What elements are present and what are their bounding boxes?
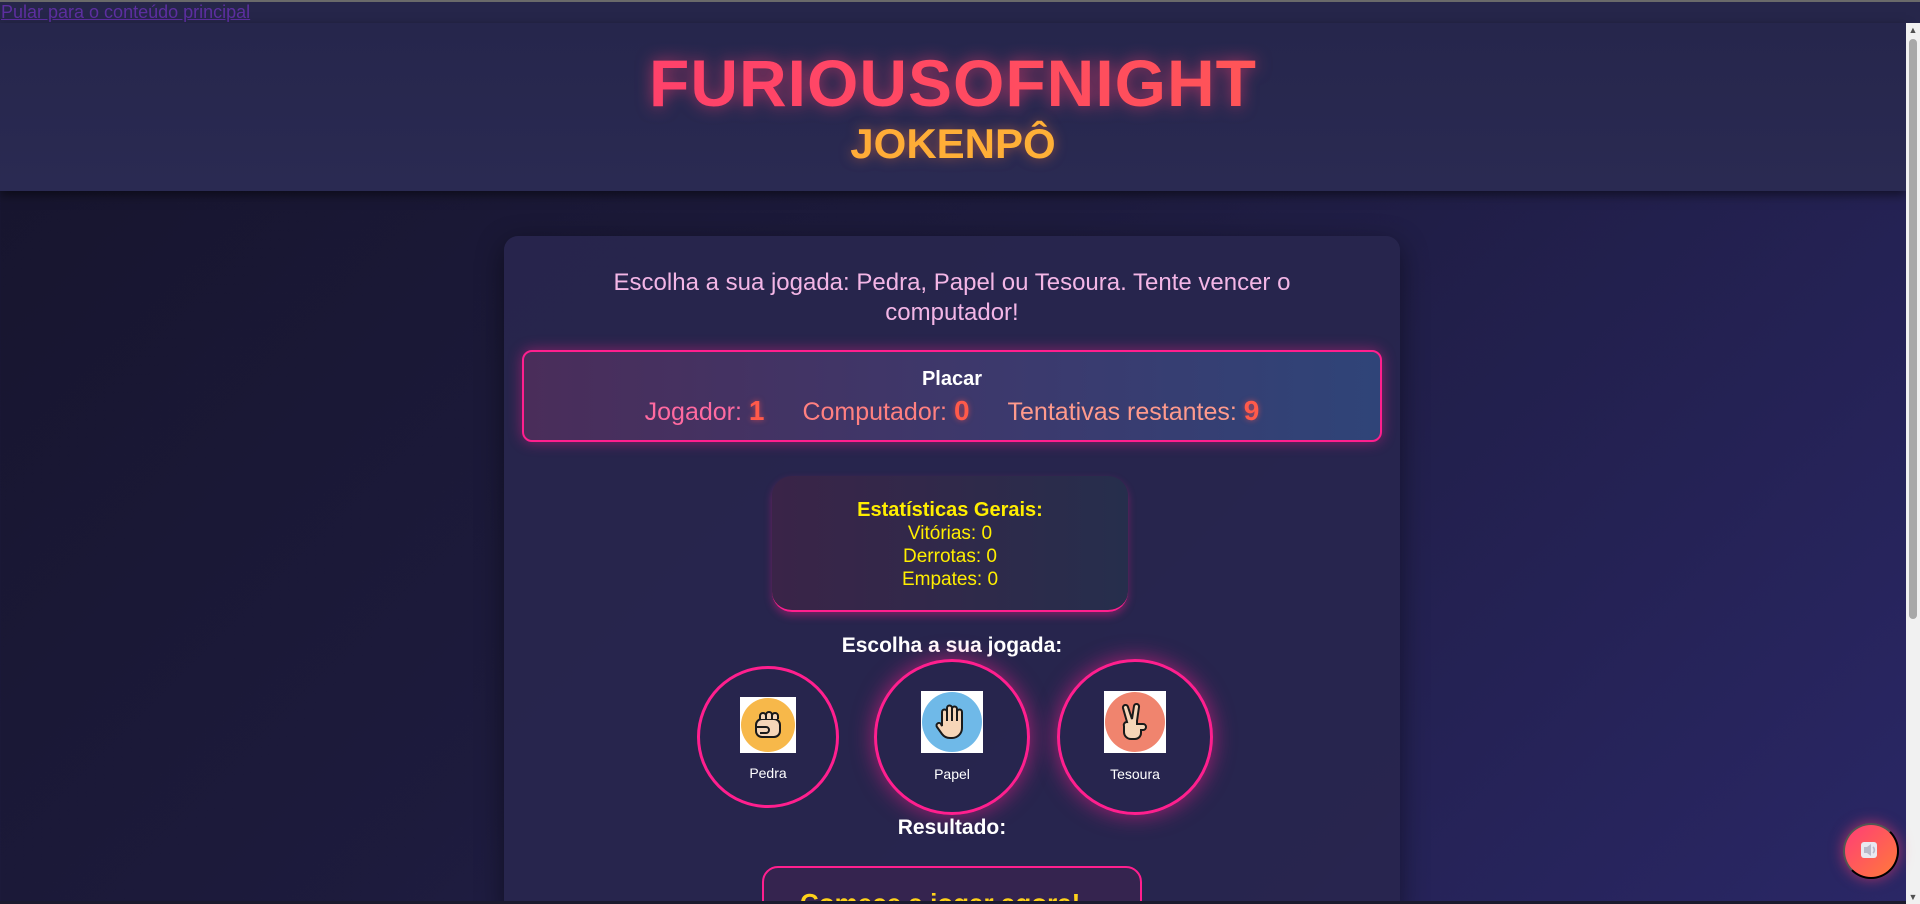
scoreboard-row: Jogador: 1 Computador: 0 Tentativas rest… (524, 395, 1380, 427)
scoreboard-title: Placar (921, 368, 983, 390)
skip-to-content-link[interactable]: Pular para o conteúdo principal (0, 2, 1920, 23)
stats-wins: Vitórias: 0 (907, 523, 993, 544)
player-score: Jogador: 1 (645, 395, 765, 427)
victory-hand-icon (1104, 691, 1166, 753)
scroll-thumb[interactable] (1909, 39, 1917, 619)
attempts-label: Tentativas restantes: (1007, 398, 1237, 426)
player-score-label: Jogador: (644, 398, 742, 426)
choice-scissors-button[interactable]: Tesoura (1057, 659, 1213, 815)
speaker-icon (1858, 837, 1884, 866)
stats-draws: Empates: 0 (901, 569, 999, 590)
open-hand-icon (921, 691, 983, 753)
scroll-down-arrow-icon[interactable]: ▼ (1906, 890, 1920, 904)
result-heading: Resultado: (897, 816, 1007, 839)
attempts-value: 9 (1243, 395, 1260, 426)
computer-score-value: 0 (953, 395, 970, 426)
attempts-remaining: Tentativas restantes: 9 (1008, 395, 1260, 427)
scoreboard: Placar Jogador: 1 Computador: 0 Tentativ… (522, 350, 1382, 442)
general-stats: Estatísticas Gerais: Vitórias: 0 Derrota… (772, 476, 1128, 612)
choice-paper-label: Papel (934, 766, 970, 782)
game-subtitle: JOKENPÔ (0, 120, 1906, 168)
game-card: Escolha a sua jogada: Pedra, Papel ou Te… (504, 236, 1400, 904)
sound-toggle-button[interactable] (1843, 823, 1899, 879)
computer-score: Computador: 0 (802, 395, 969, 427)
stats-title: Estatísticas Gerais: (857, 499, 1043, 521)
choice-paper-button[interactable]: Papel (874, 659, 1030, 815)
choice-rock-button[interactable]: Pedra (697, 666, 839, 808)
game-instructions: Escolha a sua jogada: Pedra, Papel ou Te… (613, 269, 1291, 326)
vertical-scrollbar[interactable]: ▲ ▼ (1906, 23, 1920, 904)
choice-scissors-label: Tesoura (1110, 766, 1160, 782)
stats-losses: Derrotas: 0 (903, 546, 997, 567)
player-score-value: 1 (748, 395, 765, 426)
computer-score-label: Computador: (802, 398, 947, 426)
brand-title: FURIOUSOFNIGHT (0, 45, 1906, 121)
choice-rock-label: Pedra (749, 765, 787, 781)
scroll-up-arrow-icon[interactable]: ▲ (1906, 23, 1920, 37)
fist-icon (740, 697, 796, 753)
choose-move-heading: Escolha a sua jogada: (841, 634, 1063, 657)
site-header: FURIOUSOFNIGHT JOKENPÔ (0, 23, 1906, 191)
result-box: Comece a jogar agora! (762, 866, 1142, 904)
